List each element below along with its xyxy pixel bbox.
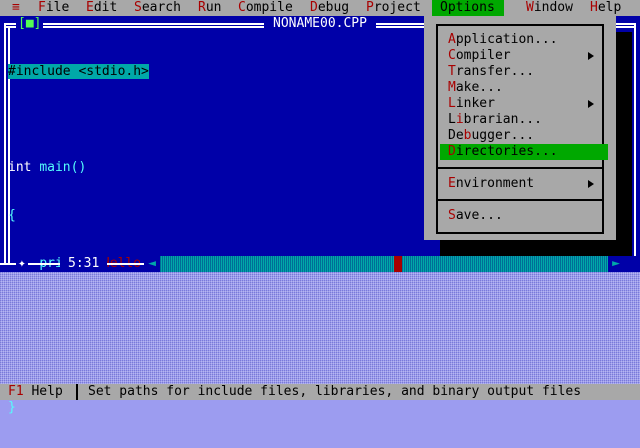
menu-options[interactable]: Options: [432, 0, 504, 16]
menu-search[interactable]: Search: [126, 0, 189, 16]
options-linker[interactable]: Linker: [440, 96, 608, 112]
menu-project[interactable]: Project: [358, 0, 429, 16]
status-divider: [76, 384, 78, 400]
desktop-background: [0, 272, 640, 384]
help-key-hint[interactable]: F1 Help: [8, 384, 63, 400]
menu-file[interactable]: File: [30, 0, 77, 16]
options-directories[interactable]: Directories...: [440, 144, 608, 160]
options-compiler[interactable]: Compiler: [440, 48, 608, 64]
menu-bar: ≡ File Edit Search Run Compile Debug Pro…: [0, 0, 640, 16]
options-save[interactable]: Save...: [440, 208, 608, 224]
menu-window[interactable]: Window: [518, 0, 581, 16]
options-application[interactable]: Application...: [440, 32, 608, 48]
system-menu-icon[interactable]: ≡: [4, 0, 28, 16]
menu-separator: [438, 167, 602, 169]
status-message: Set paths for include files, libraries, …: [88, 384, 582, 399]
cursor-position: 5:31: [60, 256, 108, 272]
menu-debug[interactable]: Debug: [302, 0, 357, 16]
bottom-status-bar: F1 Help Set paths for include files, lib…: [0, 384, 640, 400]
options-debugger[interactable]: Debugger...: [440, 128, 608, 144]
close-box-icon[interactable]: [■]: [16, 16, 44, 32]
scroll-left-icon[interactable]: ◄: [144, 256, 160, 272]
submenu-arrow-icon: [588, 180, 594, 188]
window-frame-left: [4, 24, 6, 264]
resize-grip-icon[interactable]: [624, 256, 636, 272]
menu-help[interactable]: Help: [582, 0, 629, 16]
editor-status-line: ✦ 5:31 ◄ ►: [0, 256, 640, 272]
scroll-right-icon[interactable]: ►: [608, 256, 624, 272]
code-line-8: }: [8, 400, 608, 416]
submenu-arrow-icon: [588, 100, 594, 108]
options-environment[interactable]: Environment: [440, 176, 608, 192]
window-frame-right: [634, 24, 636, 264]
scrollbar-thumb[interactable]: [394, 256, 402, 272]
options-librarian[interactable]: Librarian...: [440, 112, 608, 128]
menu-separator: [438, 199, 602, 201]
window-title: NONAME00.CPP: [264, 16, 376, 32]
options-make[interactable]: Make...: [440, 80, 608, 96]
menu-compile[interactable]: Compile: [230, 0, 301, 16]
resize-corner-icon[interactable]: ✦: [16, 256, 28, 272]
menu-run[interactable]: Run: [190, 0, 229, 16]
dropdown-shadow-right: [616, 32, 632, 256]
options-menu: Application... Compiler Transfer... Make…: [424, 16, 616, 240]
menu-edit[interactable]: Edit: [78, 0, 125, 16]
horizontal-scrollbar[interactable]: ◄ ►: [144, 256, 624, 272]
submenu-arrow-icon: [588, 52, 594, 60]
dropdown-shadow-bottom: [440, 240, 616, 256]
options-transfer[interactable]: Transfer...: [440, 64, 608, 80]
